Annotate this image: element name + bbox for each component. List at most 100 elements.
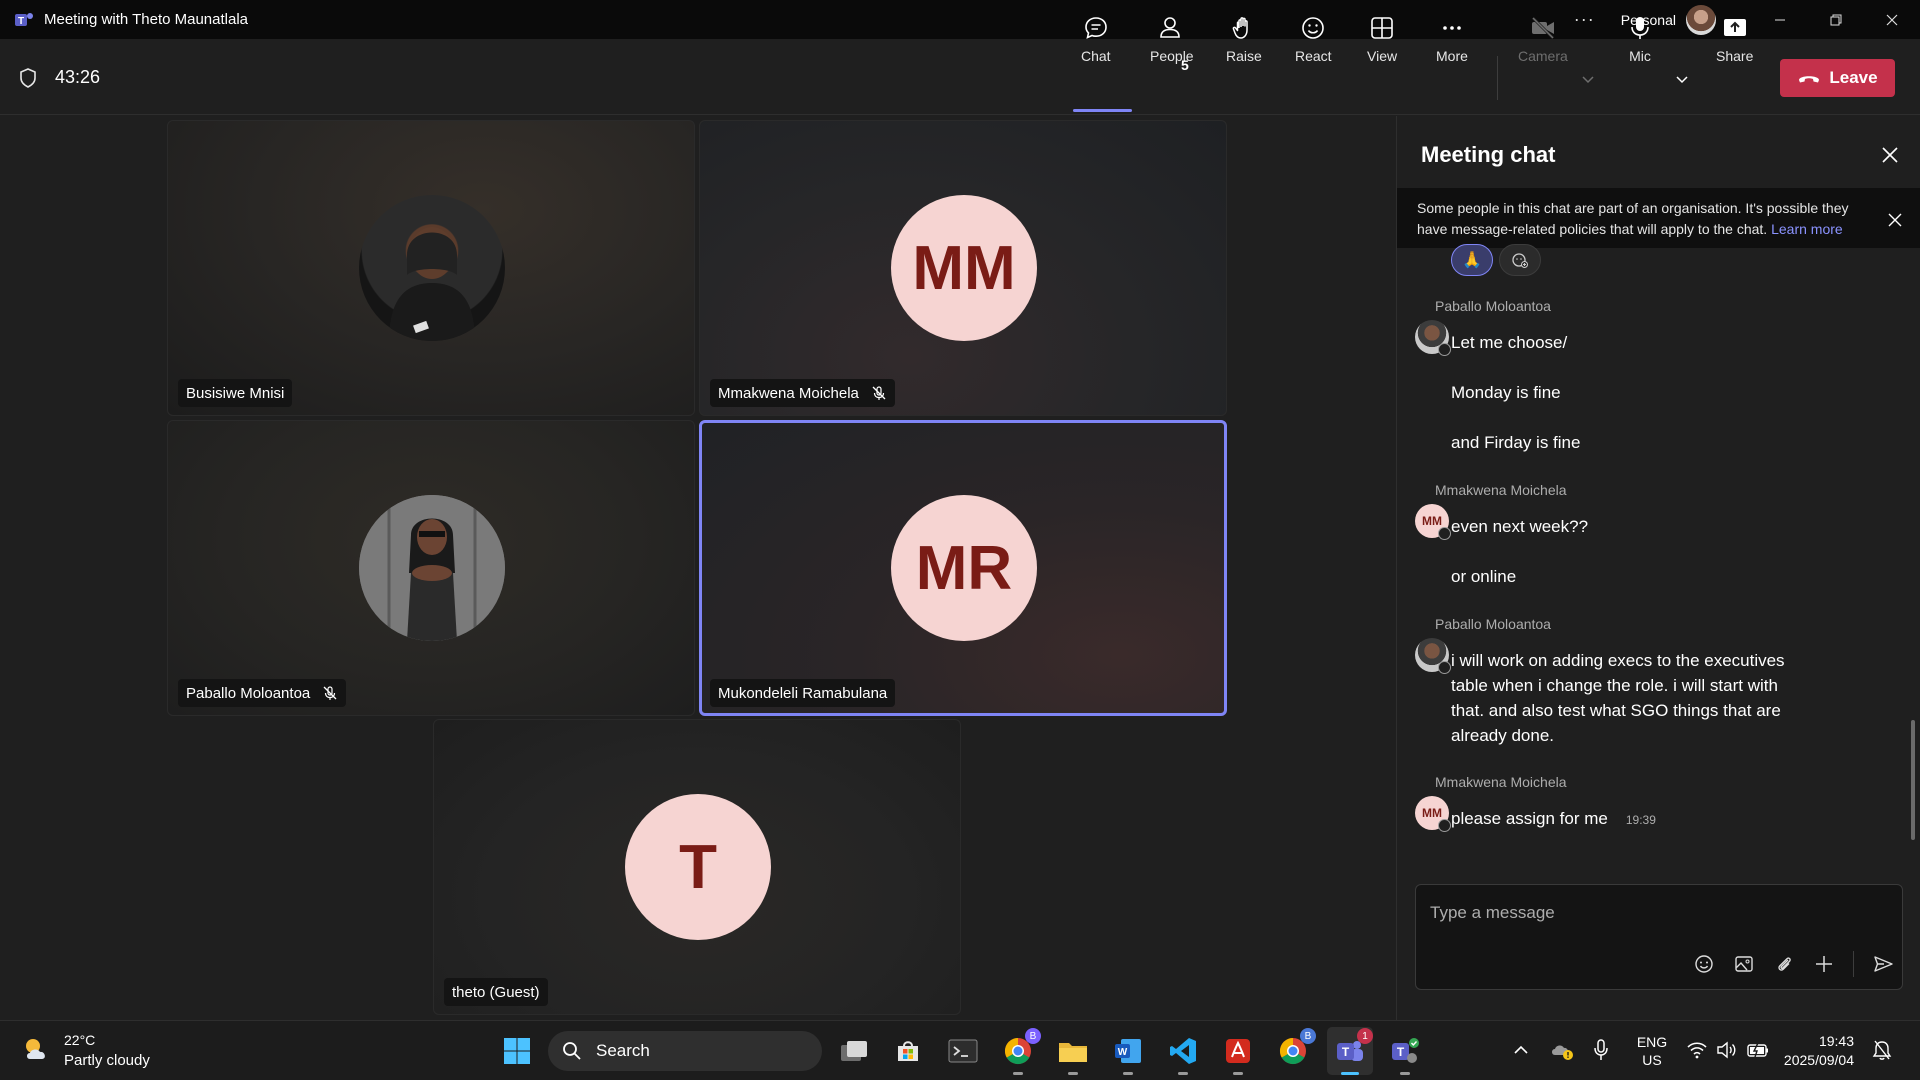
word-icon: W <box>1115 1039 1141 1063</box>
teams-personal-app[interactable]: T <box>1388 1034 1422 1075</box>
leave-button[interactable]: Leave <box>1780 59 1895 97</box>
people-icon <box>1159 17 1180 38</box>
svg-text:W: W <box>1118 1047 1128 1058</box>
sender-avatar[interactable]: MM <box>1415 796 1451 832</box>
close-chat-icon[interactable] <box>1879 144 1901 166</box>
close-window-button[interactable] <box>1864 0 1920 39</box>
message-composer[interactable]: Type a message <box>1415 884 1903 990</box>
meeting-chat-panel: Meeting chat Some people in this chat ar… <box>1396 116 1920 1020</box>
participant-tile[interactable]: Paballo Moloantoa <box>167 420 695 716</box>
terminal-app[interactable] <box>946 1034 980 1068</box>
mic-button[interactable]: Mic <box>1626 0 1654 76</box>
chat-button[interactable]: Chat <box>1081 0 1111 76</box>
participant-tile[interactable]: T theto (Guest) <box>433 719 961 1015</box>
chat-message[interactable]: or online <box>1451 564 1516 589</box>
onedrive-warning-icon[interactable] <box>1550 1039 1574 1061</box>
participant-name: theto (Guest) <box>452 983 540 1001</box>
chat-message[interactable]: Let me choose/ <box>1451 330 1567 355</box>
wifi-icon[interactable] <box>1686 1041 1708 1059</box>
file-explorer-app[interactable] <box>1056 1034 1090 1075</box>
dismiss-notice-icon[interactable] <box>1887 212 1903 228</box>
camera-button[interactable]: Camera <box>1518 0 1568 76</box>
running-indicator <box>1123 1072 1133 1075</box>
chrome-profile-app[interactable]: B <box>1276 1028 1316 1068</box>
emoji-icon[interactable] <box>1693 953 1715 975</box>
message-sender: Paballo Moloantoa <box>1435 616 1551 632</box>
participant-tile-speaking[interactable]: MR Mukondeleli Ramabulana <box>699 420 1227 716</box>
react-button[interactable]: React <box>1295 0 1332 76</box>
running-indicator <box>1400 1072 1410 1075</box>
camera-off-icon <box>1531 16 1554 40</box>
send-icon[interactable] <box>1872 953 1894 975</box>
chat-icon <box>1084 17 1107 39</box>
acrobat-app[interactable] <box>1221 1034 1255 1075</box>
weather-description[interactable]: Partly cloudy <box>64 1052 150 1069</box>
chat-message-text: please assign for me <box>1451 809 1608 828</box>
participant-name: Mukondeleli Ramabulana <box>718 684 888 702</box>
sender-avatar[interactable] <box>1415 320 1451 356</box>
participant-photo <box>359 195 505 341</box>
clock-time: 19:43 <box>1818 1033 1854 1049</box>
camera-options-chevron-icon[interactable] <box>1581 72 1595 86</box>
message-input-placeholder[interactable]: Type a message <box>1430 903 1555 923</box>
chat-scrollbar[interactable] <box>1911 720 1915 840</box>
language-indicator[interactable]: ENG US <box>1632 1033 1672 1069</box>
microsoft-store-app[interactable] <box>891 1034 925 1068</box>
partly-cloudy-icon[interactable] <box>20 1033 54 1067</box>
vscode-app[interactable] <box>1166 1034 1200 1075</box>
view-button[interactable]: View <box>1367 0 1397 76</box>
weather-temperature[interactable]: 22°C <box>64 1032 95 1048</box>
participant-tile[interactable]: MM Mmakwena Moichela <box>699 120 1227 416</box>
chat-message[interactable]: that. and also test what SGO things that… <box>1451 698 1781 723</box>
plus-icon[interactable] <box>1813 953 1835 975</box>
task-view-button[interactable] <box>837 1034 871 1068</box>
chat-message[interactable]: and Firday is fine <box>1451 430 1580 455</box>
teams-app[interactable]: T 1 <box>1333 1028 1373 1075</box>
volume-icon[interactable] <box>1716 1041 1738 1059</box>
learn-more-link[interactable]: Learn more <box>1771 221 1843 237</box>
microphone-tray-icon[interactable] <box>1592 1038 1610 1062</box>
person-silhouette-icon <box>359 495 505 641</box>
chat-message[interactable]: Monday is fine <box>1451 380 1561 405</box>
mic-options-chevron-icon[interactable] <box>1675 72 1689 86</box>
more-options-button[interactable]: ··· <box>1574 9 1595 30</box>
word-app[interactable]: W <box>1111 1034 1145 1075</box>
chat-message[interactable]: please assign for me 19:39 <box>1451 806 1656 833</box>
chrome-app[interactable]: B <box>1001 1028 1041 1075</box>
composer-separator <box>1853 951 1854 977</box>
more-actions-button[interactable]: More <box>1436 0 1468 76</box>
more-label: More <box>1436 48 1468 64</box>
share-button[interactable]: Share <box>1716 0 1753 76</box>
participant-tile[interactable]: Busisiwe Mnisi <box>167 120 695 416</box>
chat-message[interactable]: table when i change the role. i will sta… <box>1451 673 1778 698</box>
reaction-pray[interactable]: 🙏 <box>1451 244 1493 276</box>
account-avatar[interactable] <box>1686 4 1716 35</box>
mic-off-icon <box>323 686 337 700</box>
notifications-bell-icon[interactable] <box>1872 1039 1892 1061</box>
sender-avatar[interactable] <box>1415 638 1451 674</box>
start-button[interactable] <box>500 1034 534 1068</box>
sender-initials: MM <box>1422 806 1442 820</box>
system-clock[interactable]: 19:43 2025/09/04 <box>1780 1032 1854 1070</box>
chat-message[interactable]: even next week?? <box>1451 514 1588 539</box>
minimize-button[interactable] <box>1752 0 1808 39</box>
add-reaction-button[interactable] <box>1499 244 1541 276</box>
raise-hand-button[interactable]: Raise <box>1226 0 1262 76</box>
restore-button[interactable] <box>1808 0 1864 39</box>
message-reactions: 🙏 <box>1451 244 1541 276</box>
sender-initials: MM <box>1422 514 1442 528</box>
show-hidden-icons-chevron-icon[interactable] <box>1513 1043 1529 1057</box>
svg-text:T: T <box>1342 1045 1350 1059</box>
battery-charging-icon[interactable] <box>1746 1041 1770 1059</box>
chat-message[interactable]: already done. <box>1451 723 1554 748</box>
profile-badge: B <box>1025 1028 1041 1044</box>
profile-badge: B <box>1300 1028 1316 1044</box>
sender-avatar[interactable]: MM <box>1415 504 1451 540</box>
taskbar-search[interactable]: Search <box>548 1031 822 1071</box>
attach-icon[interactable] <box>1773 953 1795 975</box>
more-dots-icon <box>1443 26 1461 30</box>
chat-message[interactable]: i will work on adding execs to the execu… <box>1451 648 1785 673</box>
external-badge-icon <box>1438 343 1451 356</box>
image-icon[interactable] <box>1733 953 1755 975</box>
chat-label: Chat <box>1081 48 1111 64</box>
